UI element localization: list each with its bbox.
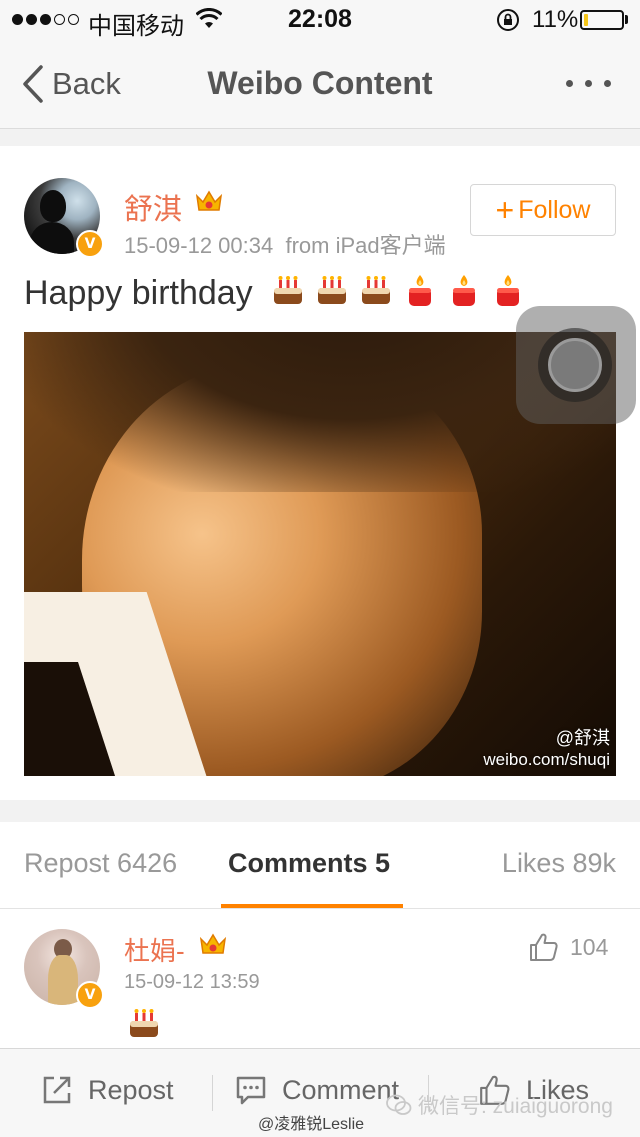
more-dot-icon	[585, 80, 592, 87]
author-name[interactable]: 舒淇	[124, 186, 182, 228]
verified-badge-icon: V	[76, 981, 104, 1009]
commenter-name[interactable]: 杜娟-	[124, 931, 185, 968]
page-title: Weibo Content	[207, 65, 433, 101]
watermark-url: weibo.com/shuqi	[483, 749, 610, 769]
candle-emoji-icon	[409, 275, 431, 306]
handle-watermark: @凌雅锐Leslie	[258, 1116, 365, 1133]
follow-label: Follow	[518, 195, 591, 224]
assistive-touch-core-icon	[548, 338, 602, 392]
vip-crown-icon	[199, 933, 227, 954]
candle-emoji-icon	[497, 275, 519, 306]
tab-comments[interactable]: Comments 5	[228, 848, 390, 879]
comment-label: Comment	[282, 1074, 400, 1105]
status-bar: 中国移动 22:08 11%	[0, 0, 640, 40]
comment-bubble-icon	[236, 1076, 266, 1105]
comment-like-button[interactable]: 104	[528, 931, 608, 963]
post-meta: 15-09-12 00:34 from iPad客户端	[124, 228, 446, 260]
cake-emoji-icon	[130, 1009, 158, 1037]
wechat-logo-icon	[386, 1094, 412, 1115]
more-dot-icon	[566, 80, 573, 87]
repost-label: Repost	[88, 1074, 174, 1105]
comment-button[interactable]: Comment	[234, 1073, 399, 1107]
battery-icon	[580, 10, 624, 30]
tab-likes[interactable]: Likes 89k	[502, 848, 616, 879]
cake-emoji-icon	[362, 276, 390, 304]
post-emojis	[270, 272, 526, 308]
more-dot-icon	[604, 80, 611, 87]
post-timestamp: 15-09-12 00:34	[124, 233, 274, 258]
wechat-id: 微信号: zuiaiguorong	[418, 1095, 613, 1118]
share-icon	[43, 1076, 71, 1104]
comment-item: V 杜娟- 15-09-12 13:59 104	[0, 909, 640, 1049]
plus-icon: +	[495, 192, 515, 228]
active-tab-indicator	[221, 904, 403, 908]
follow-button[interactable]: + Follow	[470, 184, 616, 236]
post-card: V 舒淇 15-09-12 00:34 from iPad客户端 + Follo…	[0, 146, 640, 800]
wechat-watermark: 微信号: zuiaiguorong	[386, 1090, 613, 1120]
navigation-bar: Back Weibo Content	[0, 40, 640, 129]
post-tabs: Repost 6426 Comments 5 Likes 89k	[0, 822, 640, 909]
rotation-lock-icon	[497, 9, 519, 31]
tab-repost[interactable]: Repost 6426	[24, 848, 177, 879]
toolbar-divider	[212, 1075, 213, 1111]
battery-percent: 11%	[532, 6, 579, 33]
candle-emoji-icon	[453, 275, 475, 306]
comment-like-count: 104	[570, 933, 609, 960]
post-text: Happy birthday	[24, 274, 253, 312]
cake-emoji-icon	[318, 276, 346, 304]
more-options-button[interactable]	[566, 80, 611, 87]
battery-tip	[625, 15, 628, 24]
repost-button[interactable]: Repost	[40, 1073, 174, 1107]
photo-watermark: @舒淇 weibo.com/shuqi	[483, 728, 610, 770]
comment-timestamp: 15-09-12 13:59	[124, 971, 260, 993]
cake-emoji-icon	[274, 276, 302, 304]
watermark-user: @舒淇	[555, 728, 610, 749]
post-source: from iPad客户端	[285, 233, 446, 258]
verified-badge-icon: V	[76, 230, 104, 258]
vip-crown-icon	[195, 190, 223, 211]
assistive-touch-button[interactable]	[516, 306, 636, 424]
thumbs-up-icon	[530, 933, 558, 961]
